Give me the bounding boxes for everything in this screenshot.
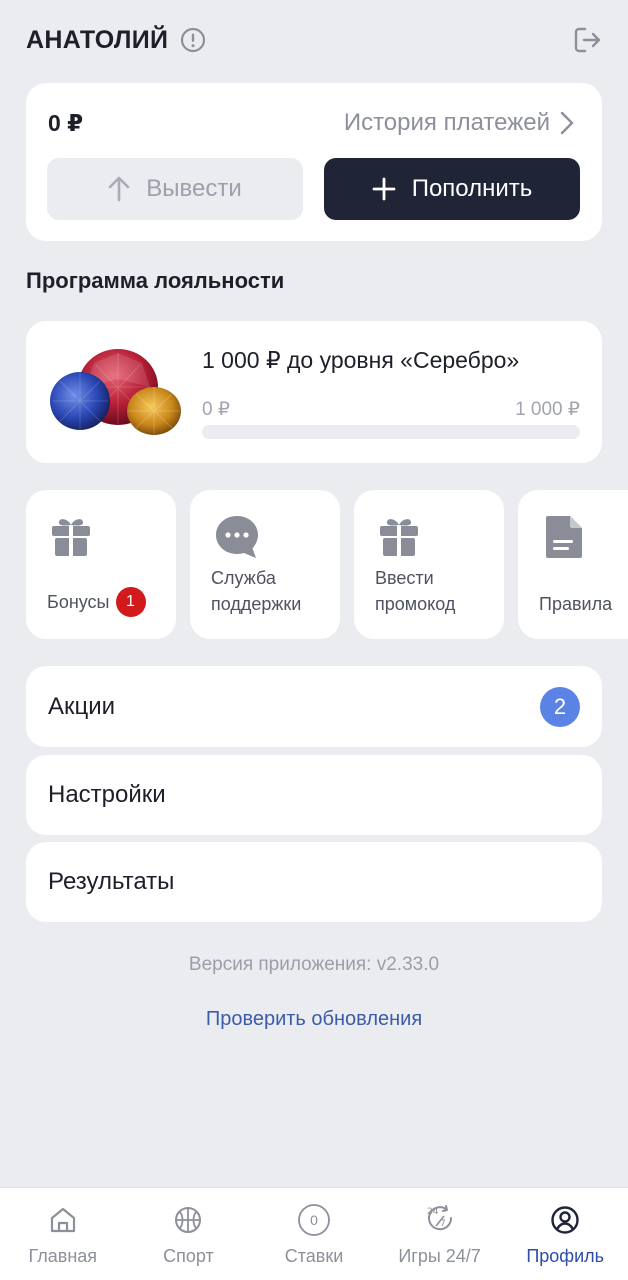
tab-home[interactable]: Главная [0, 1188, 126, 1280]
plus-icon [372, 177, 396, 201]
tile-rules[interactable]: Правила [518, 490, 628, 639]
chevron-right-icon [560, 111, 574, 135]
bets-count: 0 [310, 1212, 318, 1228]
gift-icon [378, 514, 420, 563]
tab-bets[interactable]: 0 Ставки [251, 1188, 377, 1280]
tab-sport[interactable]: Спорт [126, 1188, 252, 1280]
tile-support[interactable]: Служба поддержки [190, 490, 340, 639]
tab-bets-label: Ставки [284, 1246, 344, 1266]
gift-icon [50, 514, 92, 563]
tile-rules-label: Правила [539, 594, 613, 614]
quick-actions: Бонусы 1 Служба поддержки Ввести промоко… [26, 490, 628, 640]
menu-results-label: Результаты [48, 868, 175, 895]
menu-promotions-label: Акции [48, 692, 116, 720]
user-name: АНАТОЛИЙ [26, 25, 169, 54]
deposit-button[interactable]: Пополнить [324, 158, 580, 220]
tab-profile[interactable]: Профиль [502, 1188, 628, 1280]
check-updates-link[interactable]: Проверить обновления [0, 1008, 628, 1031]
tile-bonuses[interactable]: Бонусы 1 [26, 490, 176, 639]
loyalty-progress-bar [202, 425, 580, 439]
balance-row: 0 ₽ История платежей [48, 105, 574, 141]
balance-card: 0 ₽ История платежей Вывести Пополнить [26, 83, 602, 241]
loyalty-min-label: 0 ₽ [202, 399, 230, 420]
svg-text:24: 24 [427, 1207, 439, 1217]
profile-icon [550, 1204, 580, 1236]
menu-settings-label: Настройки [48, 781, 166, 808]
loyalty-level-title: 1 000 ₽ до уровня «Серебро» [202, 347, 520, 373]
chat-icon [214, 514, 260, 565]
tile-promocode[interactable]: Ввести промокод [354, 490, 504, 639]
menu-results[interactable]: Результаты [26, 842, 602, 922]
loyalty-max-label: 1 000 ₽ [515, 399, 580, 420]
bottom-tab-bar: Главная Спорт 0 Ставки 24 7 Игры 24/7 Про… [0, 1187, 628, 1280]
tab-sport-label: Спорт [163, 1246, 214, 1266]
payment-history-label: История платежей [343, 109, 550, 136]
logout-icon[interactable] [572, 25, 602, 55]
profile-header: АНАТОЛИЙ [26, 22, 602, 58]
promotions-count-badge: 2 [540, 686, 580, 727]
withdraw-button[interactable]: Вывести [47, 158, 303, 220]
loyalty-card[interactable]: 1 000 ₽ до уровня «Серебро» 0 ₽ 1 000 ₽ [26, 321, 602, 463]
gems-icon [50, 349, 181, 435]
menu-promotions[interactable]: Акции 2 [26, 666, 602, 747]
basketball-icon [173, 1204, 203, 1236]
deposit-label: Пополнить [411, 175, 533, 202]
user-block: АНАТОЛИЙ [26, 26, 206, 55]
arrow-up-icon [108, 176, 130, 202]
withdraw-label: Вывести [146, 175, 242, 202]
games-24-7-icon: 24 7 [424, 1204, 456, 1236]
payment-history-link[interactable]: История платежей [344, 109, 574, 137]
menu-settings[interactable]: Настройки [26, 755, 602, 835]
home-icon [48, 1204, 78, 1236]
bonuses-count-badge: 1 [115, 587, 146, 617]
info-icon[interactable] [180, 27, 206, 53]
document-icon [544, 514, 584, 565]
balance-amount: 0 ₽ [48, 109, 84, 136]
tab-games[interactable]: 24 7 Игры 24/7 [377, 1188, 503, 1280]
tab-home-label: Главная [28, 1246, 98, 1266]
tile-bonuses-label-row: Бонусы 1 [47, 587, 146, 617]
loyalty-section-title: Программа лояльности [26, 268, 285, 293]
tab-profile-label: Профиль [526, 1246, 605, 1266]
tile-support-label: Служба поддержки [211, 568, 302, 614]
tile-bonuses-label: Бонусы [47, 592, 110, 612]
bets-counter-icon: 0 [297, 1204, 331, 1236]
app-version: Версия приложения: v2.33.0 [188, 954, 440, 975]
tab-games-label: Игры 24/7 [398, 1246, 481, 1266]
tile-promocode-label: Ввести промокод [375, 568, 456, 614]
